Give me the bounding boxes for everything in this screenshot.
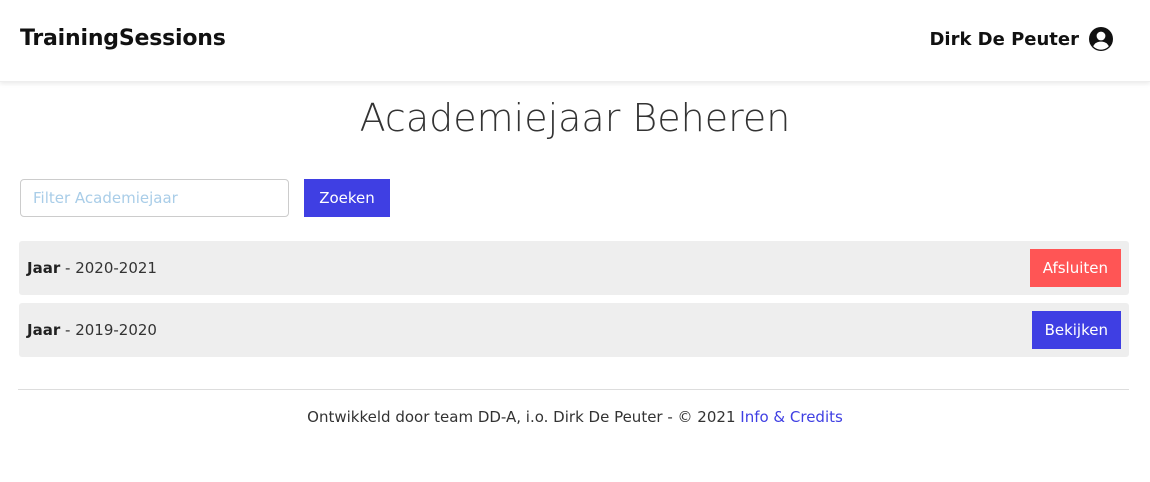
brand-title[interactable]: TrainingSessions (20, 26, 226, 51)
year-label-prefix: Jaar (27, 259, 61, 277)
user-circle-icon[interactable] (1088, 26, 1114, 52)
year-separator: - (60, 321, 76, 339)
info-credits-link[interactable]: Info & Credits (740, 408, 843, 426)
year-value: 2020-2021 (75, 259, 157, 277)
search-button[interactable]: Zoeken (304, 179, 390, 217)
footer-divider (18, 389, 1129, 390)
year-separator: - (60, 259, 76, 277)
footer-text: Ontwikkeld door team DD-A, i.o. Dirk De … (307, 408, 741, 426)
footer: Ontwikkeld door team DD-A, i.o. Dirk De … (0, 408, 1150, 426)
year-row: Jaar - 2019-2020 Bekijken (19, 303, 1129, 357)
page-title: Academiejaar Beheren (359, 96, 791, 140)
year-label-prefix: Jaar (27, 321, 61, 339)
navbar: TrainingSessions Dirk De Peuter (0, 0, 1150, 82)
close-year-button[interactable]: Afsluiten (1029, 249, 1121, 287)
user-menu[interactable]: Dirk De Peuter (929, 26, 1114, 52)
year-label: Jaar - 2019-2020 (27, 321, 157, 339)
year-row: Jaar - 2020-2021 Afsluiten (19, 241, 1129, 295)
year-value: 2019-2020 (75, 321, 157, 339)
filter-input[interactable] (20, 179, 289, 217)
year-label: Jaar - 2020-2021 (27, 259, 157, 277)
user-name[interactable]: Dirk De Peuter (929, 29, 1079, 50)
view-year-button[interactable]: Bekijken (1031, 311, 1121, 349)
